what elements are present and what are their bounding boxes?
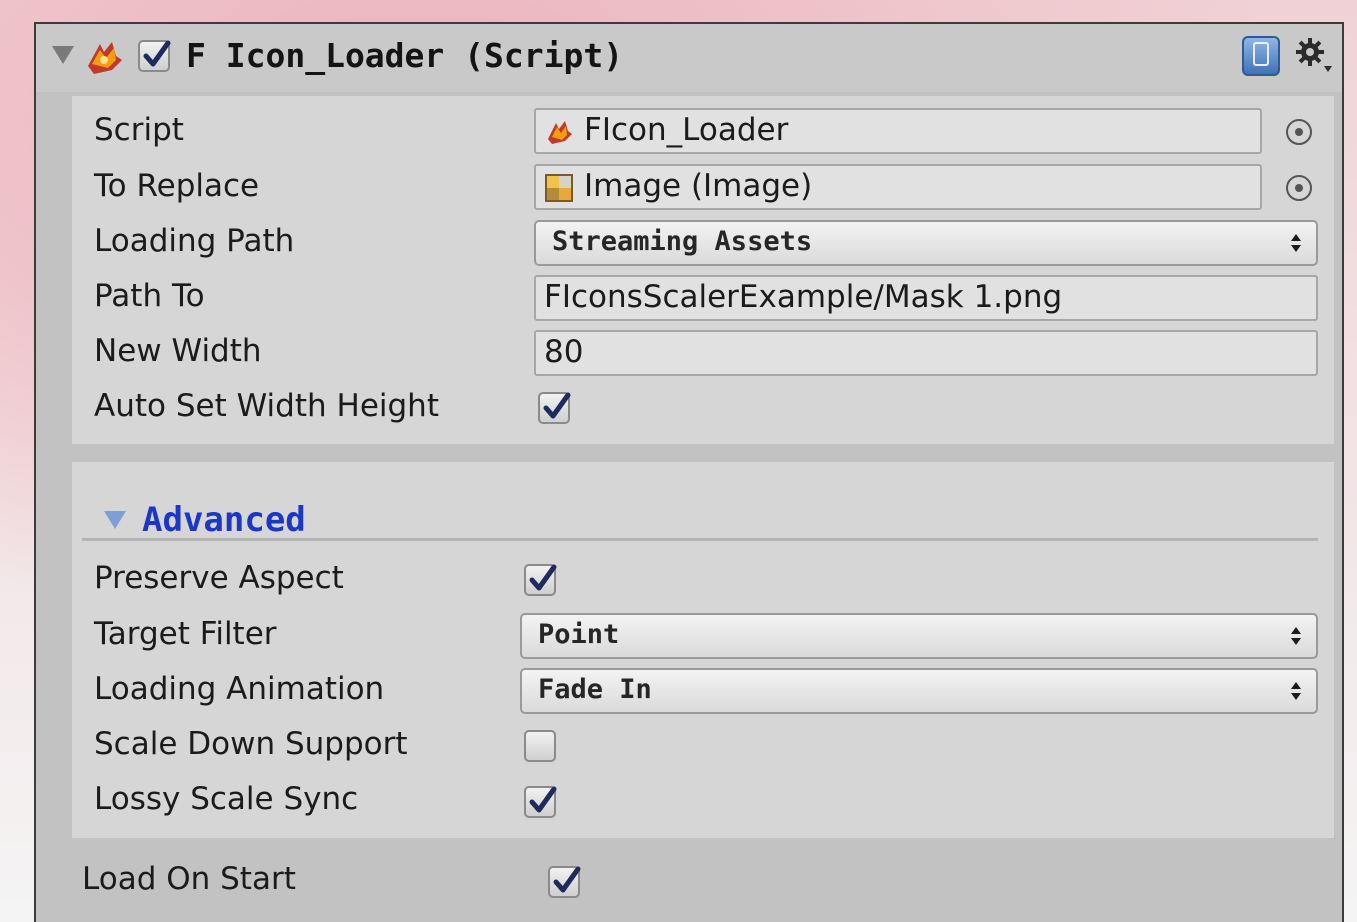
dropdown-arrows-icon <box>1291 234 1301 252</box>
path-to-label: Path To <box>94 278 205 314</box>
new-width-field[interactable]: 80 <box>534 330 1318 376</box>
loading-path-dropdown[interactable]: Streaming Assets <box>534 220 1318 266</box>
gear-icon[interactable] <box>1294 36 1334 76</box>
load-on-start-checkbox[interactable] <box>548 866 581 898</box>
script-label: Script <box>94 112 184 148</box>
target-filter-value: Point <box>538 619 620 650</box>
advanced-foldout-label[interactable]: Advanced <box>142 500 306 540</box>
loading-animation-dropdown[interactable]: Fade In <box>520 668 1318 714</box>
image-icon <box>545 174 573 202</box>
auto-set-width-height-label: Auto Set Width Height <box>94 388 439 424</box>
component-enabled-checkbox[interactable] <box>138 40 171 72</box>
to-replace-field[interactable]: Image (Image) <box>534 164 1262 210</box>
lossy-scale-sync-label: Lossy Scale Sync <box>94 781 359 817</box>
to-replace-value: Image (Image) <box>584 168 813 204</box>
auto-set-width-height-checkbox[interactable] <box>538 392 571 424</box>
component-title: F Icon_Loader (Script) <box>186 36 624 75</box>
component-header[interactable]: F Icon_Loader (Script) <box>36 24 1342 92</box>
load-on-start-label: Load On Start <box>82 861 296 897</box>
preserve-aspect-label: Preserve Aspect <box>94 560 344 596</box>
script-field[interactable]: FIcon_Loader <box>534 108 1262 154</box>
dropdown-arrows-icon <box>1291 682 1301 700</box>
divider <box>82 538 1318 541</box>
path-to-value: FIconsScalerExample/Mask 1.png <box>544 279 1063 315</box>
lossy-scale-sync-checkbox[interactable] <box>524 786 557 818</box>
dropdown-arrows-icon <box>1291 627 1301 645</box>
inspector-component-panel: F Icon_Loader (Script) Script FIcon_Load… <box>34 22 1344 922</box>
loading-path-label: Loading Path <box>94 223 295 259</box>
scale-down-support-checkbox[interactable] <box>524 730 556 762</box>
foldout-arrow-icon[interactable] <box>52 46 74 64</box>
loading-animation-label: Loading Animation <box>94 671 385 707</box>
help-icon[interactable] <box>1242 36 1280 76</box>
path-to-field[interactable]: FIconsScalerExample/Mask 1.png <box>534 275 1318 321</box>
target-filter-label: Target Filter <box>94 616 277 652</box>
new-width-label: New Width <box>94 333 262 369</box>
loading-animation-value: Fade In <box>538 674 652 705</box>
scale-down-support-label: Scale Down Support <box>94 726 408 762</box>
to-replace-label: To Replace <box>94 168 260 204</box>
script-icon <box>88 42 122 74</box>
loading-path-value: Streaming Assets <box>552 226 813 257</box>
script-icon <box>548 121 572 144</box>
object-picker-icon[interactable] <box>1286 175 1312 201</box>
object-picker-icon[interactable] <box>1286 119 1312 145</box>
preserve-aspect-checkbox[interactable] <box>524 564 557 596</box>
script-value: FIcon_Loader <box>584 112 789 148</box>
new-width-value: 80 <box>544 334 584 370</box>
target-filter-dropdown[interactable]: Point <box>520 613 1318 659</box>
advanced-foldout-arrow-icon[interactable] <box>104 511 126 529</box>
